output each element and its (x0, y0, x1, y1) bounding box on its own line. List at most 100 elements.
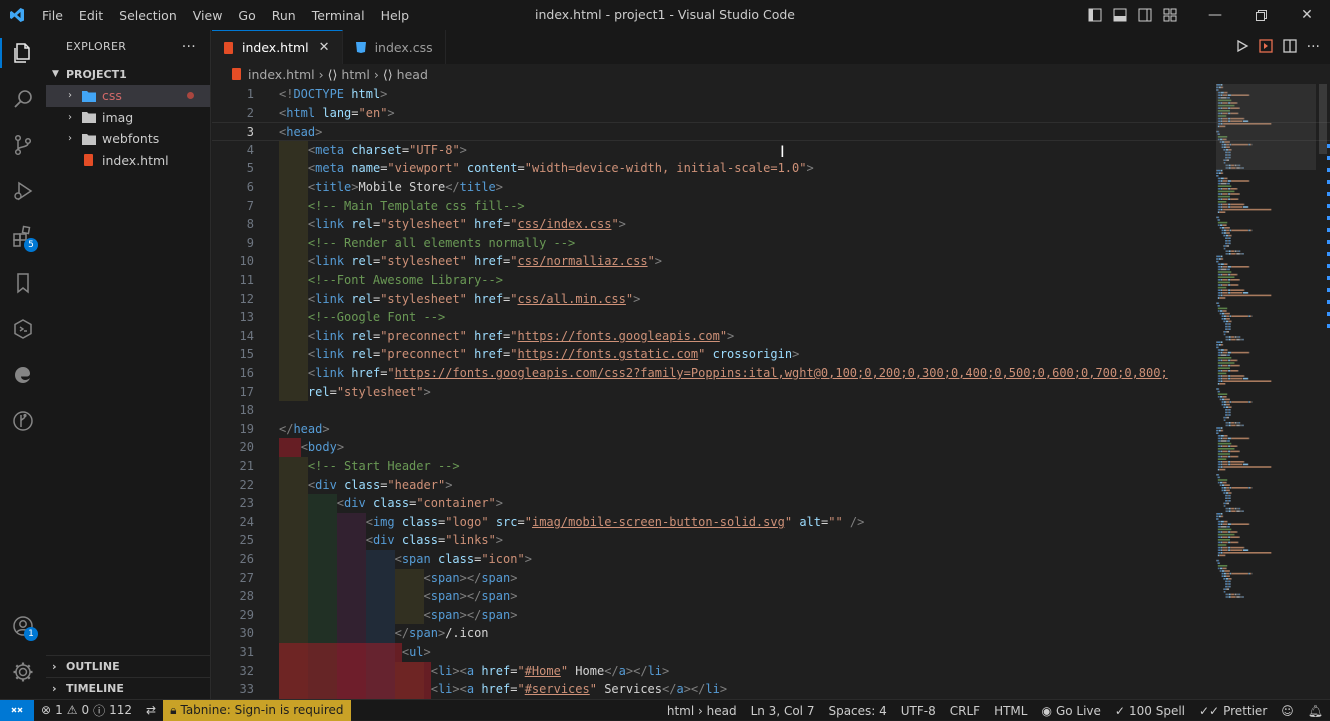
menu-view[interactable]: View (185, 8, 231, 23)
run-icon[interactable] (1235, 38, 1249, 57)
code-line[interactable]: 5 <meta name="viewport" content="width=d… (212, 159, 1330, 178)
minimap-token (1226, 573, 1229, 575)
feedback-icon[interactable]: ☺ (1274, 704, 1301, 718)
language-mode[interactable]: HTML (987, 704, 1034, 718)
menu-selection[interactable]: Selection (111, 8, 185, 23)
code-line[interactable]: 29 <span></span> (212, 606, 1330, 625)
minimap[interactable] (1216, 84, 1316, 604)
code-line[interactable]: 13 <!--Google Font --> (212, 308, 1330, 327)
code-line[interactable]: 19</head> (212, 420, 1330, 439)
code-line[interactable]: 31 <ul> (212, 643, 1330, 662)
minimize-button[interactable]: — (1192, 0, 1238, 30)
encoding[interactable]: UTF-8 (894, 704, 943, 718)
code-line[interactable]: 8 <link rel="stylesheet" href="css/index… (212, 215, 1330, 234)
code-line[interactable]: 1<!DOCTYPE html> (212, 85, 1330, 104)
remote-explorer-icon[interactable] (0, 306, 46, 352)
code-line[interactable]: 27 <span></span> (212, 569, 1330, 588)
code-line[interactable]: 33 <li><a href="#services" Services</a><… (212, 680, 1330, 699)
split-editor-icon[interactable] (1283, 38, 1297, 57)
notifications-bell-icon[interactable]: 🔔︎ (1301, 704, 1330, 718)
code-editor[interactable]: 1<!DOCTYPE html>2<html lang="en">3<head>… (212, 84, 1330, 699)
timeline-section[interactable]: ›TIMELINE (46, 677, 211, 699)
project-folder-header[interactable]: ▼ PROJECT1 (46, 63, 210, 85)
more-actions-icon[interactable]: ··· (1307, 39, 1320, 55)
edge-devtools-icon[interactable] (0, 352, 46, 398)
toggle-primary-sidebar-icon[interactable] (1082, 0, 1107, 30)
close-tab-icon[interactable]: ✕ (319, 40, 330, 55)
go-live-button[interactable]: ◉Go Live (1034, 704, 1107, 718)
code-line[interactable]: 9 <!-- Render all elements normally --> (212, 234, 1330, 253)
menu-file[interactable]: File (34, 8, 71, 23)
minimap-token (1222, 370, 1227, 372)
run-debug-icon[interactable] (0, 168, 46, 214)
code-line[interactable]: 24 <img class="logo" src="imag/mobile-sc… (212, 513, 1330, 532)
code-line[interactable]: 21 <!-- Start Header --> (212, 457, 1330, 476)
tree-item-webfonts[interactable]: › webfonts (46, 128, 210, 150)
menu-go[interactable]: Go (230, 8, 263, 23)
open-preview-icon[interactable] (1259, 38, 1273, 57)
problems-indicator[interactable]: ⊗1 ⚠0 ⓘ112 (34, 702, 139, 719)
close-window-button[interactable]: ✕ (1284, 0, 1330, 30)
source-control-icon[interactable] (0, 122, 46, 168)
scrollbar-thumb[interactable] (1319, 84, 1327, 154)
breadcrumb-html[interactable]: html (341, 67, 369, 82)
spell-check[interactable]: ✓100 Spell (1108, 704, 1192, 718)
tree-item-index-html[interactable]: index.html (46, 150, 210, 172)
code-line[interactable]: 22 <div class="header"> (212, 476, 1330, 495)
search-icon[interactable] (0, 76, 46, 122)
remote-indicator-icon[interactable] (0, 700, 34, 721)
maximize-button[interactable] (1238, 0, 1284, 30)
breadcrumb-file[interactable]: index.html (248, 67, 315, 82)
menu-edit[interactable]: Edit (71, 8, 111, 23)
code-line[interactable]: 6 <title>Mobile Store</title> (212, 178, 1330, 197)
extensions-icon[interactable]: 5 (0, 214, 46, 260)
code-line[interactable]: 2<html lang="en"> (212, 104, 1330, 123)
gitlens-icon[interactable] (0, 398, 46, 444)
toggle-panel-icon[interactable] (1107, 0, 1132, 30)
end-of-line[interactable]: CRLF (943, 704, 987, 718)
minimap-token (1226, 510, 1227, 512)
minimap-token (1217, 341, 1220, 343)
code-line[interactable]: 4 <meta charset="UTF-8"> (212, 141, 1330, 160)
code-line[interactable]: 16 <link href="https://fonts.googleapis.… (212, 364, 1330, 383)
code-line[interactable]: 11 <!--Font Awesome Library--> (212, 271, 1330, 290)
toggle-secondary-sidebar-icon[interactable] (1132, 0, 1157, 30)
code-line[interactable]: 10 <link rel="stylesheet" href="css/norm… (212, 252, 1330, 271)
manage-gear-icon[interactable] (0, 649, 46, 695)
code-line[interactable]: 28 <span></span> (212, 587, 1330, 606)
tree-item-imag[interactable]: › imag (46, 107, 210, 129)
code-line[interactable]: 3<head> (212, 122, 1330, 141)
code-line[interactable]: 15 <link rel="preconnect" href="https://… (212, 345, 1330, 364)
bookmarks-icon[interactable] (0, 260, 46, 306)
tabnine-status[interactable]: 🔒︎Tabnine: Sign-in is required (163, 700, 350, 721)
live-share-icon[interactable]: ⇄ (139, 703, 163, 717)
code-line[interactable]: 30 </span>/.icon (212, 624, 1330, 643)
tab-index-html[interactable]: index.html ✕ (212, 30, 343, 64)
code-line[interactable]: 26 <span class="icon"> (212, 550, 1330, 569)
code-line[interactable]: 32 <li><a href="#Home" Home</a></li> (212, 662, 1330, 681)
code-line[interactable]: 12 <link rel="stylesheet" href="css/all.… (212, 290, 1330, 309)
explorer-icon[interactable] (0, 30, 46, 76)
tree-item-css[interactable]: › css (46, 85, 210, 107)
prettier-status[interactable]: ✓✓Prettier (1192, 704, 1274, 718)
customize-layout-icon[interactable] (1157, 0, 1182, 30)
code-line[interactable]: 7 <!-- Main Template css fill--> (212, 197, 1330, 216)
breadcrumb-head[interactable]: head (397, 67, 428, 82)
cursor-position[interactable]: Ln 3, Col 7 (744, 704, 822, 718)
code-line[interactable]: 18 (212, 401, 1330, 420)
status-path[interactable]: html › head (660, 704, 744, 718)
code-line[interactable]: 25 <div class="links"> (212, 531, 1330, 550)
menu-run[interactable]: Run (264, 8, 304, 23)
accounts-icon[interactable]: 1 (0, 603, 46, 649)
indentation[interactable]: Spaces: 4 (821, 704, 893, 718)
code-line[interactable]: 17 rel="stylesheet"> (212, 383, 1330, 402)
menu-help[interactable]: Help (373, 8, 418, 23)
menu-terminal[interactable]: Terminal (304, 8, 373, 23)
code-line[interactable]: 20 <body> (212, 438, 1330, 457)
editor-scrollbar[interactable] (1316, 84, 1330, 699)
outline-section[interactable]: ›OUTLINE (46, 655, 211, 677)
explorer-more-actions[interactable]: ··· (182, 39, 196, 55)
tab-index-css[interactable]: index.css (343, 30, 446, 64)
code-line[interactable]: 14 <link rel="preconnect" href="https://… (212, 327, 1330, 346)
code-line[interactable]: 23 <div class="container"> (212, 494, 1330, 513)
